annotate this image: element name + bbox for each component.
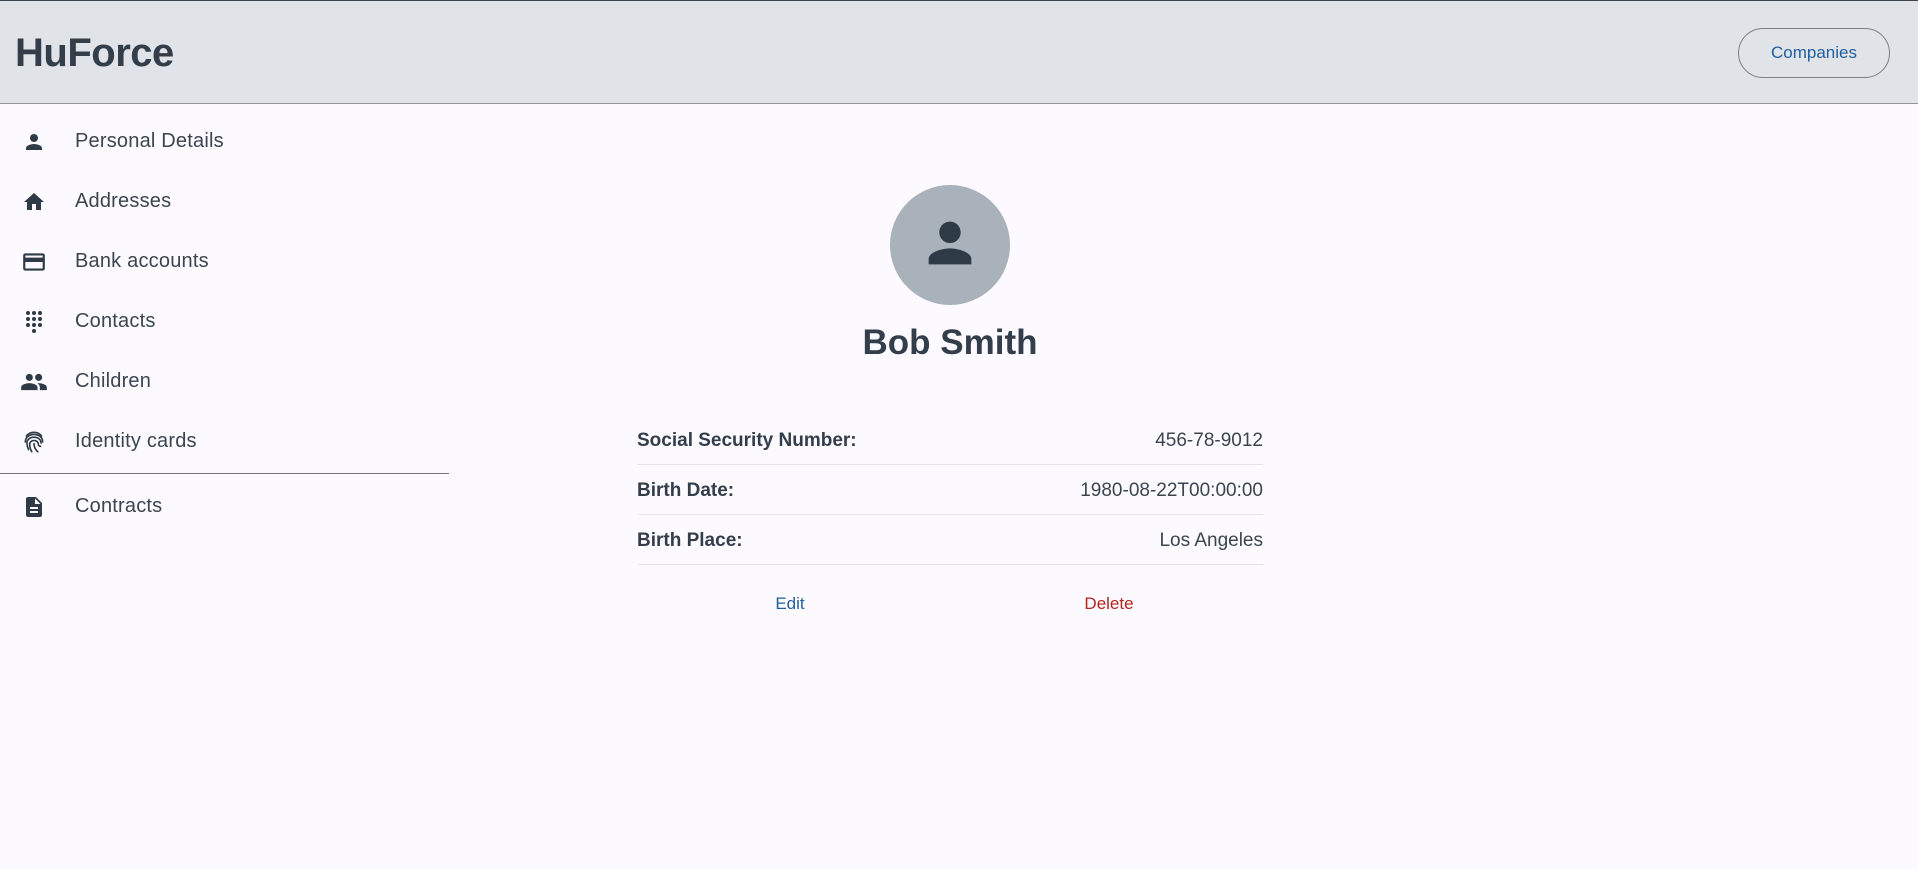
delete-button[interactable]: Delete	[1074, 589, 1144, 619]
sidebar-item-label: Identity cards	[75, 430, 197, 452]
top-app-bar: HuForce Companies	[0, 0, 1918, 104]
sidebar-item-label: Bank accounts	[75, 250, 209, 272]
edit-button[interactable]: Edit	[760, 589, 820, 619]
fingerprint-icon	[20, 428, 48, 456]
sidebar-item-contracts[interactable]: Contracts	[0, 475, 449, 535]
sidebar-item-addresses[interactable]: Addresses	[0, 170, 449, 230]
detail-value: 1980-08-22T00:00:00	[1080, 480, 1263, 501]
detail-row-ssn: Social Security Number: 456-78-9012	[637, 415, 1263, 465]
app-brand: HuForce	[15, 31, 174, 75]
sidebar-item-personal-details[interactable]: Personal Details	[0, 110, 449, 170]
sidebar-item-label: Addresses	[75, 190, 172, 212]
detail-label: Birth Date:	[637, 480, 735, 501]
sidebar-item-bank-accounts[interactable]: Bank accounts	[0, 230, 449, 290]
detail-row-birth-place: Birth Place: Los Angeles	[637, 515, 1263, 565]
sidebar-item-label: Contracts	[75, 495, 163, 517]
detail-value: 456-78-9012	[1155, 430, 1263, 451]
home-icon	[20, 188, 48, 216]
sidebar-item-label: Children	[75, 370, 152, 392]
document-icon	[20, 493, 48, 521]
sidebar-divider	[0, 473, 449, 474]
avatar	[890, 185, 1010, 305]
person-icon	[918, 211, 982, 280]
sidebar-item-children[interactable]: Children	[0, 350, 449, 410]
people-icon	[20, 368, 48, 396]
detail-row-birth-date: Birth Date: 1980-08-22T00:00:00	[637, 465, 1263, 515]
detail-label: Social Security Number:	[637, 430, 857, 451]
sidebar-item-identity-cards[interactable]: Identity cards	[0, 410, 449, 470]
person-icon	[20, 128, 48, 156]
detail-label: Birth Place:	[637, 530, 743, 551]
sidebar-item-label: Personal Details	[75, 130, 224, 152]
sidebar-item-contacts[interactable]: Contacts	[0, 290, 449, 350]
person-name: Bob Smith	[862, 323, 1038, 362]
companies-button[interactable]: Companies	[1738, 28, 1890, 78]
dialpad-icon	[20, 308, 48, 336]
credit-card-icon	[20, 248, 48, 276]
detail-value: Los Angeles	[1159, 530, 1263, 551]
sidebar-item-label: Contacts	[75, 310, 156, 332]
